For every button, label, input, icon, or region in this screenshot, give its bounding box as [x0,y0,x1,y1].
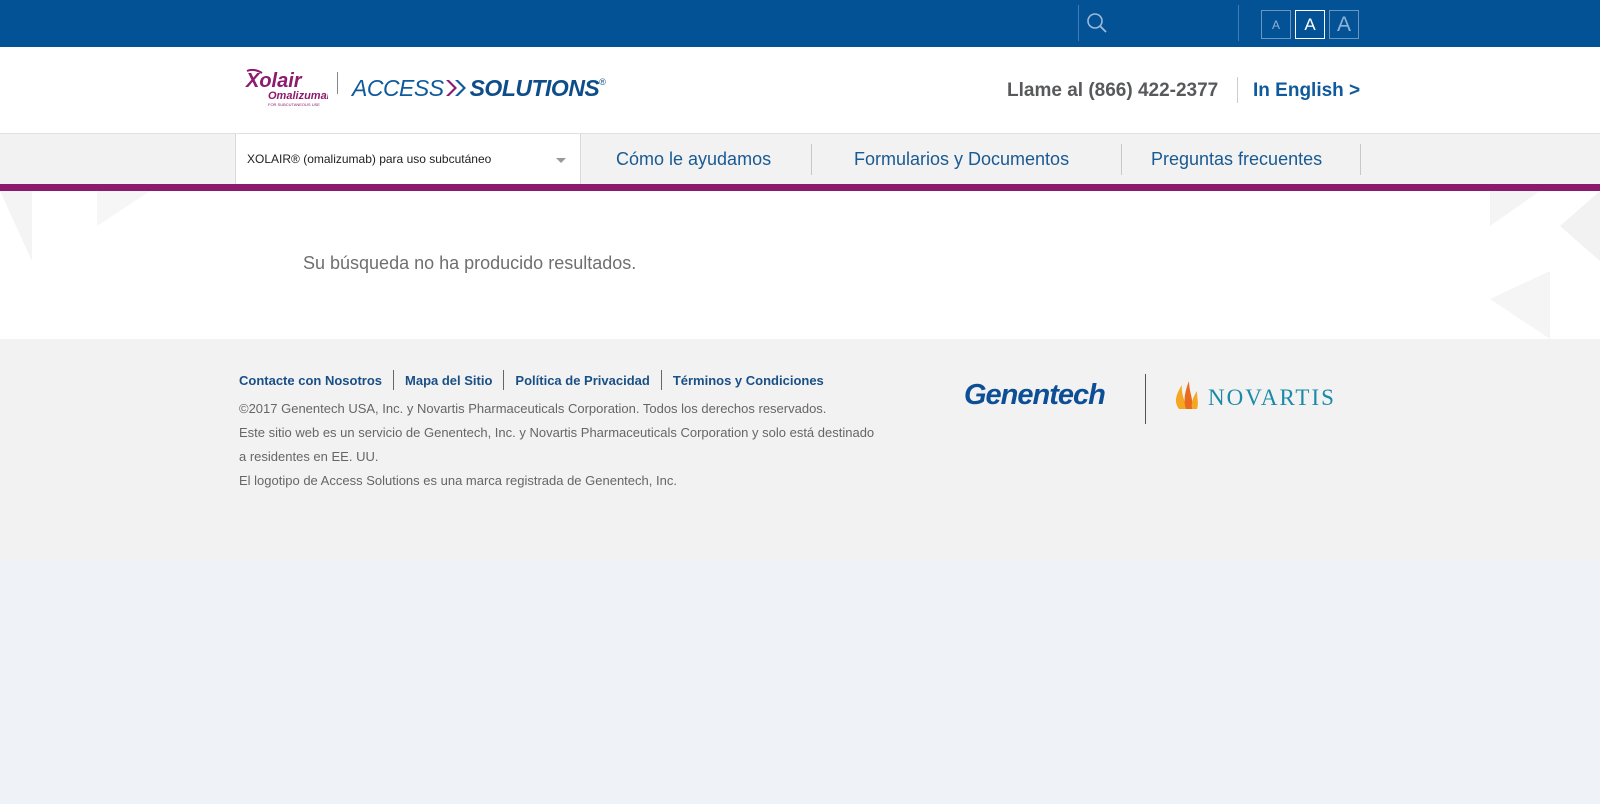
nav-item-preguntas-frecuentes[interactable]: Preguntas frecuentes [1151,149,1322,170]
utility-bar: A A A [0,0,1600,47]
font-size-large-button[interactable]: A [1329,10,1359,39]
font-size-medium-button[interactable]: A [1295,10,1325,39]
logo-solutions-text: SOLUTIONS [469,74,600,101]
logo-registered-mark: ® [599,77,606,87]
disclaimer-text-line1: Este sitio web es un servicio de Genente… [239,425,875,440]
decorative-pattern-left [0,191,150,261]
phone-number: Llame al (866) 422-2377 [1007,80,1219,101]
footer-link-divider [660,370,662,390]
search-results: Su búsqueda no ha producido resultados. [0,191,1600,339]
font-size-small-button[interactable]: A [1261,10,1291,39]
nav-item-formularios[interactable]: Formularios y Documentos [854,149,1069,170]
header-divider [1237,77,1238,103]
svg-text:Omalizumab: Omalizumab [268,90,328,102]
logo-access-text: ACCESS [352,74,444,101]
access-solutions-logo[interactable]: ACCESS SOLUTIONS ® [352,74,606,101]
english-language-link[interactable]: In English > [1253,80,1360,102]
accent-bar [0,184,1600,191]
disclaimer-text-line2: a residentes en EE. UU. [239,449,379,464]
site-footer: Contacte con Nosotros Mapa del Sitio Pol… [0,339,1600,559]
search-input[interactable] [1116,8,1226,38]
copyright-text: ©2017 Genentech USA, Inc. y Novartis Pha… [239,401,827,416]
product-select[interactable]: XOLAIR® (omalizumab) para uso subcutáneo [235,134,581,185]
site-header: Xolair Omalizumab FOR SUBCUTANEOUS USE A… [0,47,1600,133]
novartis-logo-text: NOVARTIS [1208,385,1336,410]
xolair-logo[interactable]: Xolair Omalizumab FOR SUBCUTANEOUS USE [244,69,328,111]
svg-text:FOR SUBCUTANEOUS USE: FOR SUBCUTANEOUS USE [268,102,320,107]
footer-logo-divider [1145,374,1146,424]
product-select-value: XOLAIR® (omalizumab) para uso subcutáneo [247,152,492,166]
footer-link-contacte[interactable]: Contacte con Nosotros [239,373,382,388]
chevron-down-icon [556,158,566,163]
no-results-message: Su búsqueda no ha producido resultados. [303,253,637,273]
decorative-pattern-right [1490,191,1600,339]
search-icon[interactable] [1086,12,1108,34]
utility-divider [1238,5,1239,41]
nav-divider [1360,144,1361,175]
nav-divider [811,144,812,175]
double-chevron-icon [445,80,466,96]
footer-link-mapa[interactable]: Mapa del Sitio [405,373,492,388]
main-nav: XOLAIR® (omalizumab) para uso subcutáneo… [0,133,1600,185]
trademark-text: El logotipo de Access Solutions es una m… [239,473,677,488]
footer-link-divider [393,370,395,390]
svg-text:Xolair: Xolair [245,70,303,92]
novartis-logo[interactable]: NOVARTIS [1173,379,1336,411]
utility-divider [1078,5,1079,41]
footer-links: Contacte con Nosotros Mapa del Sitio Pol… [239,370,824,390]
footer-link-privacidad[interactable]: Política de Privacidad [515,373,649,388]
novartis-flame-icon [1175,381,1198,409]
nav-item-como-le-ayudamos[interactable]: Cómo le ayudamos [616,149,771,170]
nav-divider [1121,144,1122,175]
footer-link-divider [503,370,505,390]
footer-link-terminos[interactable]: Términos y Condiciones [673,373,824,388]
logo-divider [337,72,338,94]
genentech-logo[interactable]: Genentech [964,379,1106,412]
